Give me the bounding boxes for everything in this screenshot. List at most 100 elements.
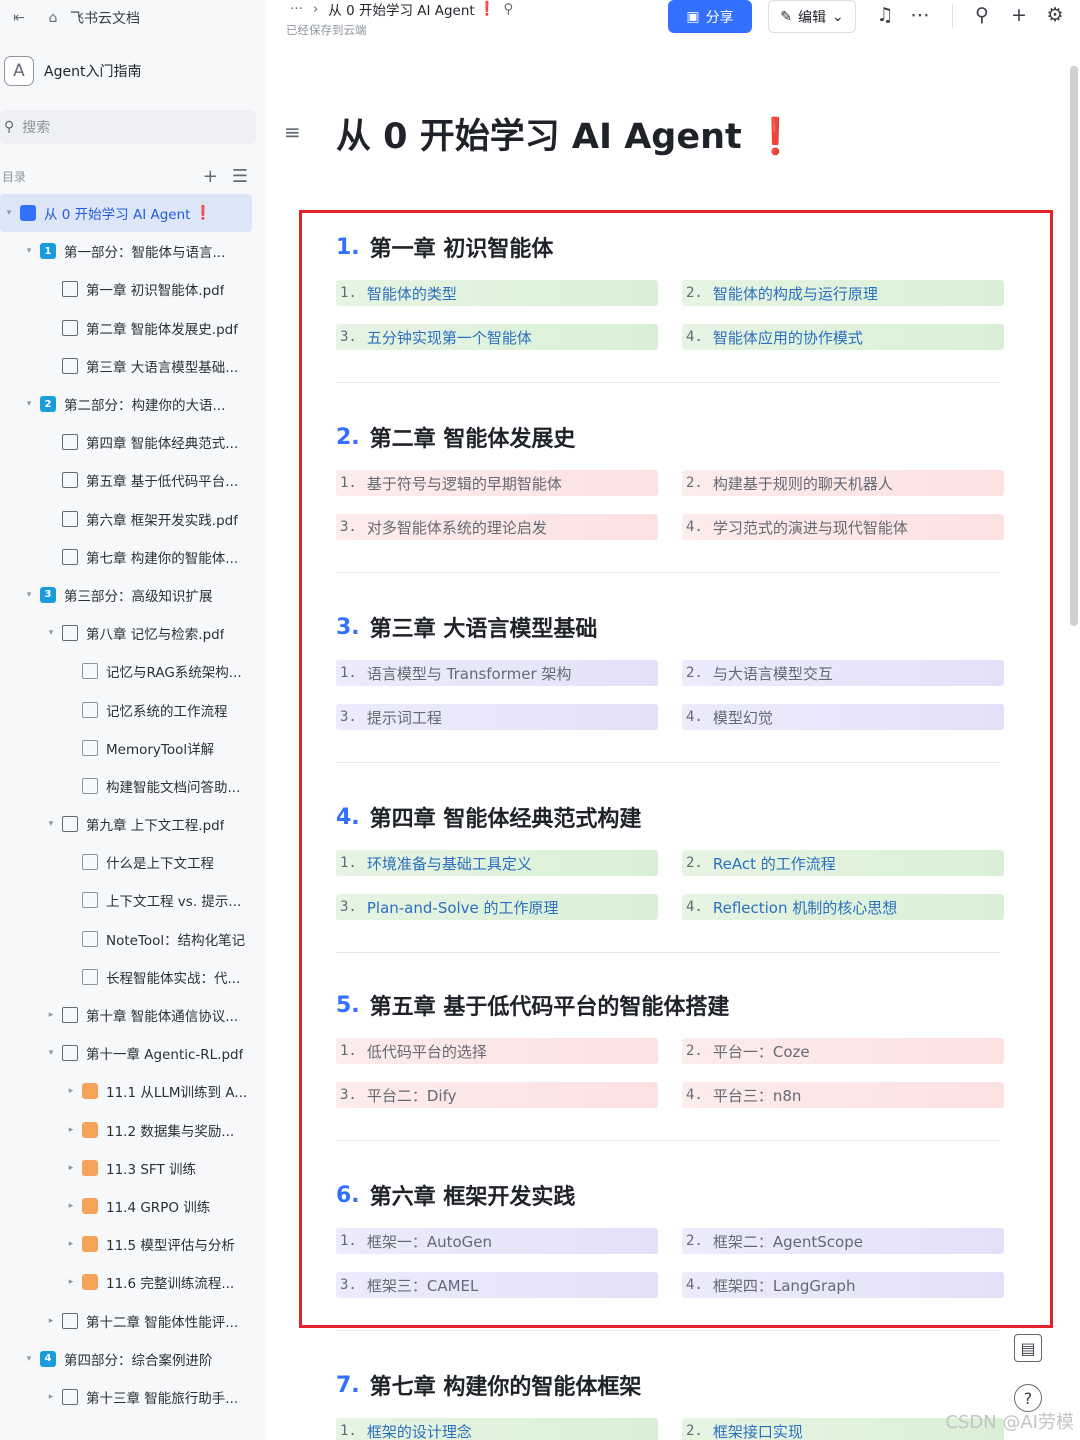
list-settings-icon[interactable]: ☰ [232,166,248,187]
chapter-heading: 4. 第四章 智能体经典范式构建 [336,802,1000,833]
sidebar-item[interactable]: ▸ 11.4 GRPO 训练 [0,1187,266,1225]
chapter-item-link[interactable]: 1. 框架一：AutoGen [336,1228,658,1254]
chapter-item-link[interactable]: 1. 环境准备与基础工具定义 [336,850,658,876]
sidebar-item[interactable]: 第三章 大语言模型基础... [0,347,266,385]
sidebar-item[interactable]: 第六章 框架开发实践.pdf [0,500,266,538]
chevron-down-icon[interactable]: ▾ [44,819,58,829]
add-icon[interactable]: + [203,166,218,187]
chapter-item-link[interactable]: 3. 五分钟实现第一个智能体 [336,324,658,350]
sidebar-item[interactable]: ▾ 3 第三部分：高级知识扩展 [0,576,266,614]
chevron-right-icon[interactable]: ▸ [44,1392,58,1402]
sidebar-item[interactable]: ▸ 11.3 SFT 训练 [0,1149,266,1187]
notification-icon[interactable]: ♫ [872,4,898,26]
chevron-down-icon[interactable]: ▾ [22,399,36,409]
sidebar-item[interactable]: ▸ 11.1 从LLM训练到 A... [0,1072,266,1110]
home-icon[interactable]: ⌂ [42,10,64,26]
chevron-down-icon[interactable]: ▾ [44,628,58,638]
chapter-item-link[interactable]: 1. 框架的设计理念 [336,1418,658,1440]
comment-icon[interactable]: ▤ [1014,1334,1042,1362]
sidebar-item[interactable]: ▾ 从 0 开始学习 AI Agent ❗ [0,194,252,233]
chevron-right-icon[interactable]: ▸ [64,1239,78,1249]
chevron-down-icon[interactable]: ▾ [44,1048,58,1058]
chapter-item-link[interactable]: 4. 智能体应用的协作模式 [682,324,1004,350]
chapter-item-link[interactable]: 1. 基于符号与逻辑的早期智能体 [336,470,658,496]
edit-label: 编辑 [798,8,826,25]
sidebar-item[interactable]: ▾ 第八章 记忆与检索.pdf [0,614,266,652]
sidebar-item[interactable]: ▾ 第十一章 Agentic-RL.pdf [0,1034,266,1072]
more-icon[interactable]: ⋯ [907,4,933,26]
chevron-down-icon[interactable]: ▾ [2,208,16,218]
pdf-file-icon [62,1007,78,1024]
chapter-item-link[interactable]: 3. 平台二：Dify [336,1082,658,1108]
edit-mode-button[interactable]: ✎ 编辑 ⌄ [768,0,856,33]
sidebar-item[interactable]: 上下文工程 vs. 提示... [0,881,266,919]
chevron-down-icon[interactable]: ▾ [22,590,36,600]
scrollbar[interactable] [1070,66,1078,626]
sidebar-item[interactable]: ▾ 2 第二部分：构建你的大语... [0,385,266,423]
sidebar-item-label: 11.4 GRPO 训练 [106,1199,211,1216]
search-icon[interactable]: ⚲ [969,4,995,26]
settings-gear-icon[interactable]: ⚙ [1042,4,1068,26]
chapter-item-link[interactable]: 3. Plan-and-Solve 的工作原理 [336,894,658,920]
sidebar-item[interactable]: 记忆系统的工作流程 [0,690,266,728]
sidebar-item[interactable]: 第五章 基于低代码平台... [0,461,266,499]
sidebar-item[interactable]: 第四章 智能体经典范式... [0,423,266,461]
pin-icon[interactable]: ⚲ [504,1,514,17]
item-number: 1. [340,1233,357,1249]
chevron-right-icon[interactable]: ▸ [64,1125,78,1135]
chapter-item-link[interactable]: 1. 低代码平台的选择 [336,1038,658,1064]
sidebar-item[interactable]: ▸ 第十三章 智能旅行助手... [0,1378,266,1416]
chapter-item-link[interactable]: 1. 语言模型与 Transformer 架构 [336,660,658,686]
chapter-item-link[interactable]: 4. 模型幻觉 [682,704,1004,730]
new-icon[interactable]: + [1006,4,1032,26]
sidebar-item[interactable]: ▸ 11.2 数据集与奖励... [0,1111,266,1149]
sidebar-item[interactable]: 第一章 初识智能体.pdf [0,270,266,308]
sidebar-item[interactable]: 什么是上下文工程 [0,843,266,881]
sidebar-item[interactable]: 第七章 构建你的智能体... [0,538,266,576]
chapter-item-link[interactable]: 4. 学习范式的演进与现代智能体 [682,514,1004,540]
chapter-item-link[interactable]: 4. 平台三：n8n [682,1082,1004,1108]
outline-menu-icon[interactable]: ≡ [284,120,301,144]
chevron-right-icon[interactable]: ▸ [64,1201,78,1211]
chapter-item-link[interactable]: 2. 构建基于规则的聊天机器人 [682,470,1004,496]
chevron-right-icon[interactable]: ▸ [64,1086,78,1096]
sidebar-item[interactable]: 记忆与RAG系统架构... [0,652,266,690]
chevron-right-icon[interactable]: ▸ [44,1316,58,1326]
sidebar-item[interactable]: ▸ 第十二章 智能体性能评... [0,1301,266,1339]
chapter-item-link[interactable]: 4. 框架四：LangGraph [682,1272,1004,1298]
chapter-item-link[interactable]: 3. 框架三：CAMEL [336,1272,658,1298]
chapter-item-link[interactable]: 2. 与大语言模型交互 [682,660,1004,686]
workspace-row[interactable]: A Agent入门指南 [0,44,266,98]
chapter-item-link[interactable]: 3. 对多智能体系统的理论启发 [336,514,658,540]
sidebar-item[interactable]: NoteTool：结构化笔记 [0,920,266,958]
chevron-right-icon[interactable]: ▸ [64,1277,78,1287]
chevron-down-icon[interactable]: ▾ [22,246,36,256]
sidebar-item[interactable]: 构建智能文档问答助... [0,767,266,805]
chapter-item-link[interactable]: 2. 框架二：AgentScope [682,1228,1004,1254]
chapter-item-link[interactable]: 2. 智能体的构成与运行原理 [682,280,1004,306]
sidebar-item[interactable]: ▸ 11.6 完整训练流程... [0,1263,266,1301]
collapse-sidebar-icon[interactable]: ⇤ [8,10,30,26]
sidebar-item[interactable]: MemoryTool详解 [0,729,266,767]
sidebar-item[interactable]: ▾ 第九章 上下文工程.pdf [0,805,266,843]
sidebar-item[interactable]: ▾ 4 第四部分：综合案例进阶 [0,1340,266,1378]
sidebar-item[interactable]: 长程智能体实战：代... [0,958,266,996]
share-button[interactable]: ▣ 分享 [668,0,752,33]
sidebar-item[interactable]: ▸ 第十章 智能体通信协议... [0,996,266,1034]
search-input[interactable]: ⚲ 搜索 [0,110,256,144]
product-name[interactable]: 飞书云文档 [70,8,140,28]
chevron-down-icon[interactable]: ▾ [22,1354,36,1364]
item-number: 1. [340,855,357,871]
sidebar-item[interactable]: ▸ 11.5 模型评估与分析 [0,1225,266,1263]
chapter-item-link[interactable]: 4. Reflection 机制的核心思想 [682,894,1004,920]
chevron-right-icon[interactable]: ▸ [44,1010,58,1020]
chevron-right-icon[interactable]: ▸ [64,1163,78,1173]
breadcrumb-more-icon[interactable]: ··· [290,1,303,17]
breadcrumb-title[interactable]: 从 0 开始学习 AI Agent [328,0,474,19]
chapter-item-link[interactable]: 2. ReAct 的工作流程 [682,850,1004,876]
sidebar-item[interactable]: ▾ 1 第一部分：智能体与语言... [0,232,266,270]
chapter-item-link[interactable]: 2. 平台一：Coze [682,1038,1004,1064]
chapter-item-link[interactable]: 3. 提示词工程 [336,704,658,730]
sidebar-item[interactable]: 第二章 智能体发展史.pdf [0,309,266,347]
chapter-item-link[interactable]: 1. 智能体的类型 [336,280,658,306]
